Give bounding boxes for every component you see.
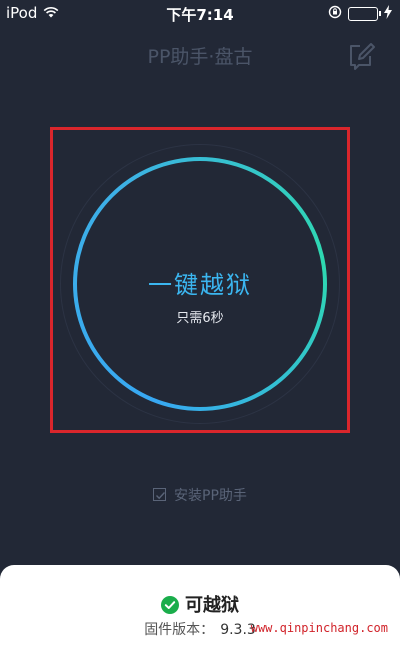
result-status-label: 可越狱 [185,595,239,616]
jailbreak-subtitle: 只需6秒 [176,311,224,326]
check-icon [156,492,166,500]
jailbreak-title: 一键越狱 [148,271,252,299]
watermark: www.qinpinchang.com [250,621,388,635]
install-checkbox[interactable] [153,488,167,501]
result-card: 可越狱 固件版本： 9.3.3 www.qinpinchang.com [0,565,400,648]
edit-button[interactable] [346,40,378,72]
install-option[interactable]: 安装PP助手 [0,485,400,505]
jailbreak-button[interactable]: 一键越狱 只需6秒 [73,157,327,411]
status-bar: iPod 下午7:14 [0,0,400,26]
success-check-icon [161,596,179,614]
result-status: 可越狱 [0,591,400,617]
charging-icon [384,5,392,23]
install-label: 安装PP助手 [174,488,247,504]
status-right [328,5,392,23]
rotation-lock-icon [328,5,342,23]
nav-bar: PP助手·盘古 [0,30,400,76]
battery-icon [348,7,381,21]
firmware-label: 固件版本： [144,622,215,638]
edit-icon [346,43,378,76]
screen: iPod 下午7:14 PP助手·盘古 一键越狱 只需6秒 安装PP助手 可越狱… [0,0,400,648]
page-title: PP助手·盘古 [147,46,253,68]
